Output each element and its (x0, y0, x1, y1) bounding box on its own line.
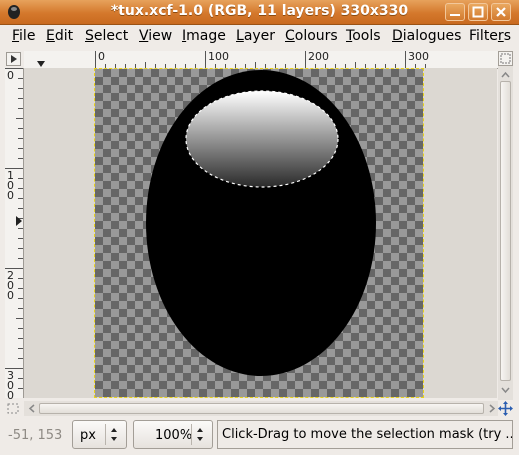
updown-arrow-icon (197, 428, 203, 441)
status-message: Click-Drag to move the selection mask (t… (217, 420, 513, 449)
unit-selector[interactable]: px (72, 420, 127, 449)
ruler-label: 200 (7, 269, 14, 302)
scroll-right-icon[interactable] (486, 401, 498, 416)
vertical-ruler[interactable]: 0 100 200 300 (5, 68, 24, 402)
ruler-label: 200 (308, 50, 329, 63)
canvas-area[interactable] (24, 68, 497, 398)
ruler-label: 0 (98, 50, 105, 63)
minimize-icon (450, 14, 460, 16)
quick-mask-icon (7, 403, 19, 414)
menu-colours[interactable]: Colours (285, 28, 338, 44)
image-menu-arrow-icon (11, 55, 17, 63)
close-icon (496, 7, 506, 17)
menu-layer[interactable]: Layer (236, 28, 275, 44)
title-bar: *tux.xcf-1.0 (RGB, 11 layers) 330x330 (0, 0, 519, 25)
pointer-coordinates: -51, 153 (8, 428, 63, 443)
close-button[interactable] (491, 3, 511, 21)
unit-dropdown-arrow[interactable] (105, 424, 122, 445)
menu-image[interactable]: Image (182, 28, 226, 44)
quick-mask-button[interactable] (5, 401, 21, 416)
menu-tools[interactable]: Tools (346, 28, 381, 44)
image-canvas[interactable] (94, 68, 424, 398)
image-menu-button[interactable] (6, 52, 21, 66)
updown-arrow-icon (111, 428, 117, 441)
vertical-scroll-thumb[interactable] (500, 81, 511, 381)
horizontal-scrollbar[interactable] (24, 401, 498, 416)
status-bar: -51, 153 px 100% Click-Drag to move the … (0, 418, 519, 455)
horizontal-scroll-thumb[interactable] (39, 403, 484, 414)
navigate-icon (498, 401, 513, 416)
zoom-value: 100% (155, 428, 193, 443)
unit-value: px (80, 428, 96, 443)
zoom-dropdown-arrow[interactable] (191, 424, 208, 445)
menu-view[interactable]: View (139, 28, 172, 44)
maximize-icon (472, 6, 484, 18)
menu-file[interactable]: File (12, 28, 35, 44)
vertical-scrollbar[interactable] (498, 51, 513, 400)
image-content (146, 70, 376, 376)
menu-bar: File Edit Select View Image Layer Colour… (0, 25, 519, 48)
horizontal-ruler[interactable]: 0 100 200 300 (24, 51, 498, 69)
ruler-label: 100 (7, 169, 14, 202)
zoom-fit-icon (500, 53, 511, 64)
navigate-button[interactable] (498, 401, 513, 416)
ruler-label: 300 (7, 369, 14, 402)
scroll-left-icon[interactable] (26, 401, 38, 416)
ruler-label: 100 (208, 50, 229, 63)
menu-select[interactable]: Select (85, 28, 128, 44)
scroll-up-icon[interactable] (498, 69, 513, 81)
menu-dialogues[interactable]: Dialogues (392, 28, 461, 44)
scroll-down-icon[interactable] (498, 384, 513, 396)
ruler-label: 300 (408, 50, 429, 63)
window-title: *tux.xcf-1.0 (RGB, 11 layers) 330x330 (110, 3, 409, 19)
menu-filters[interactable]: Filters (469, 28, 511, 44)
zoom-selector[interactable]: 100% (133, 420, 213, 449)
maximize-button[interactable] (468, 3, 488, 21)
minimize-button[interactable] (445, 3, 465, 21)
menu-edit[interactable]: Edit (46, 28, 73, 44)
ruler-label: 0 (7, 69, 14, 82)
zoom-fit-button[interactable] (498, 51, 513, 66)
ruler-ticks (5, 68, 23, 389)
